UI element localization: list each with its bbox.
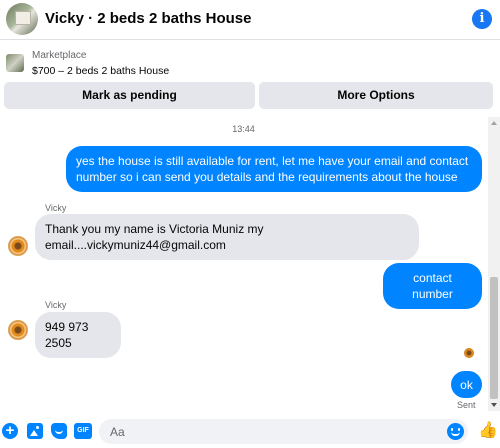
outgoing-message[interactable]: yes the house is still available for ren… xyxy=(66,146,482,192)
contact-avatar[interactable] xyxy=(8,320,28,340)
message-status: Sent xyxy=(457,400,476,410)
info-icon[interactable]: i xyxy=(472,9,492,29)
sticker-icon[interactable] xyxy=(51,423,67,439)
message-scrollbar[interactable] xyxy=(488,117,500,411)
contact-avatar[interactable] xyxy=(8,236,28,256)
emoji-icon[interactable] xyxy=(447,423,464,440)
message-input[interactable]: Aa xyxy=(99,419,468,444)
message-composer: + GIF Aa 👍 xyxy=(0,414,500,448)
incoming-message[interactable]: Thank you my name is Victoria Muniz my e… xyxy=(35,214,419,260)
incoming-message[interactable]: 949 973 2505 xyxy=(35,312,121,358)
outgoing-message[interactable]: ok xyxy=(451,371,482,398)
listing-price-title[interactable]: $700 – 2 beds 2 baths House xyxy=(32,65,169,77)
scroll-up-arrow-icon[interactable] xyxy=(491,121,497,125)
mark-as-pending-button[interactable]: Mark as pending xyxy=(4,82,255,109)
message-input-placeholder: Aa xyxy=(110,425,125,439)
message-timestamp: 13:44 xyxy=(232,124,255,134)
more-options-button[interactable]: More Options xyxy=(259,82,493,109)
sender-name: Vicky xyxy=(45,300,67,310)
message-thread[interactable]: 13:44 yes the house is still available f… xyxy=(0,117,487,411)
photo-icon[interactable] xyxy=(27,423,43,439)
chat-header: Vicky · 2 beds 2 baths House i xyxy=(0,0,500,40)
sender-name: Vicky xyxy=(45,203,67,213)
marketplace-bar: Marketplace $700 – 2 beds 2 baths House … xyxy=(0,41,500,115)
listing-thumbnail[interactable] xyxy=(6,54,24,72)
scrollbar-thumb[interactable] xyxy=(490,277,498,399)
gif-icon[interactable]: GIF xyxy=(74,423,92,439)
chat-title[interactable]: Vicky · 2 beds 2 baths House xyxy=(45,10,251,27)
marketplace-label: Marketplace xyxy=(32,50,87,61)
thumbs-up-icon[interactable]: 👍 xyxy=(478,422,498,440)
scroll-down-arrow-icon[interactable] xyxy=(491,403,497,407)
plus-icon[interactable]: + xyxy=(2,423,18,439)
outgoing-message[interactable]: contact number xyxy=(383,263,482,309)
seen-indicator-avatar xyxy=(464,348,474,358)
listing-avatar[interactable] xyxy=(6,3,38,35)
